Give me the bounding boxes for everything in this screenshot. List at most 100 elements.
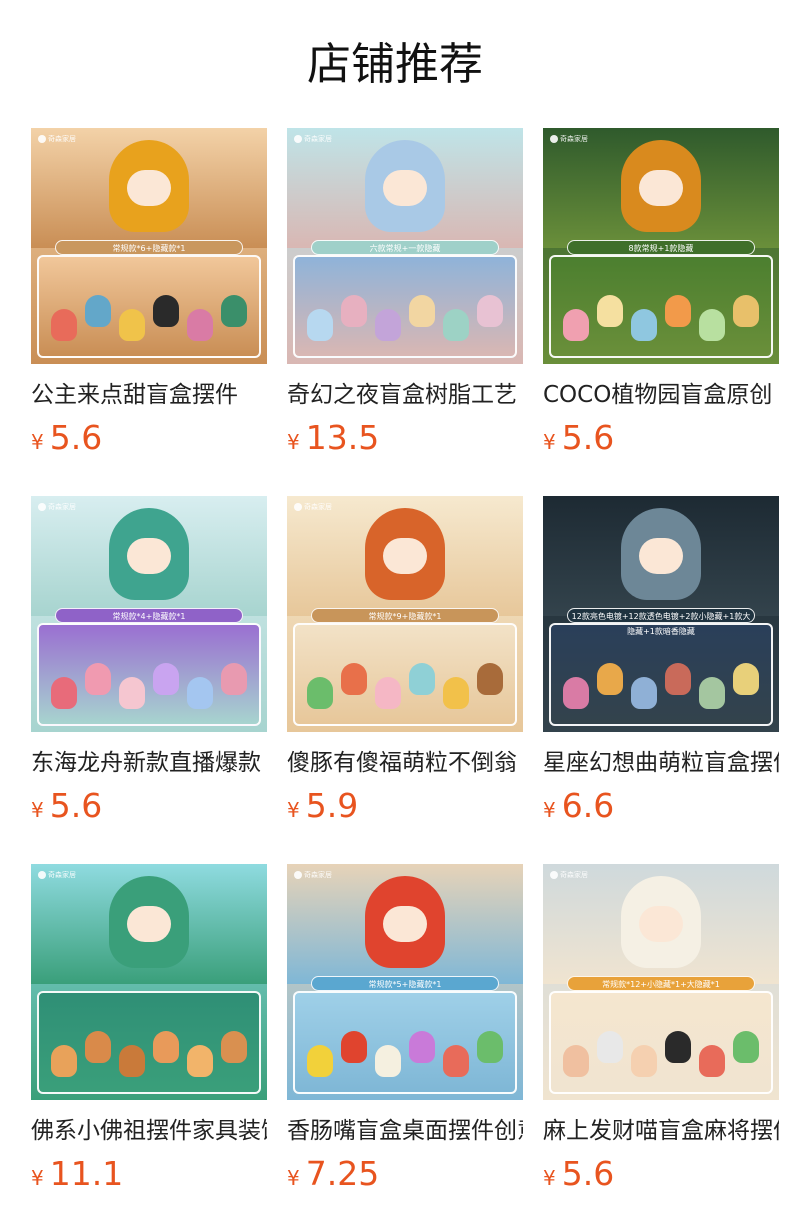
figure-thumbnail xyxy=(51,309,77,341)
figure-thumbnail xyxy=(563,1045,589,1077)
figure-thumbnail xyxy=(307,309,333,341)
figure-thumbnail xyxy=(563,309,589,341)
figure-thumbnail xyxy=(699,677,725,709)
figure-thumbnail xyxy=(153,295,179,327)
product-name[interactable]: COCO植物园盲盒原创 xyxy=(543,378,779,412)
product-card[interactable]: 12款亮色电镀+12款透色电镀+2款小隐藏+1款大隐藏+1款暗香隐藏星座幻想曲萌… xyxy=(543,496,779,836)
product-name[interactable]: 东海龙舟新款直播爆款 xyxy=(31,746,267,780)
hero-figure-face xyxy=(383,906,427,942)
product-image[interactable]: 奇森家居 8款常规+1款隐藏 xyxy=(543,128,779,364)
figure-thumbnail xyxy=(665,663,691,695)
brand-logo: 奇森家居 xyxy=(38,134,76,144)
price-amount: 7.25 xyxy=(305,1154,380,1193)
product-price: ¥5.6 xyxy=(543,418,614,458)
price-amount: 5.6 xyxy=(561,1154,615,1193)
product-name[interactable]: 奇幻之夜盲盒树脂工艺 xyxy=(287,378,523,412)
figure-thumbnail xyxy=(187,677,213,709)
price-amount: 5.6 xyxy=(49,418,103,457)
product-name[interactable]: 傻豚有傻福萌粒不倒翁 xyxy=(287,746,523,780)
figure-thumbnail xyxy=(563,677,589,709)
product-name[interactable]: 香肠嘴盲盒桌面摆件创意 xyxy=(287,1114,523,1148)
figure-thumbnail xyxy=(307,677,333,709)
series-banner: 常规款*6+隐藏款*1 xyxy=(55,240,243,255)
price-currency: ¥ xyxy=(543,798,556,822)
series-banner: 12款亮色电镀+12款透色电镀+2款小隐藏+1款大隐藏+1款暗香隐藏 xyxy=(567,608,755,636)
hero-figure-face xyxy=(127,906,171,942)
brand-logo: 奇森家居 xyxy=(550,870,588,880)
brand-logo-icon xyxy=(294,135,302,143)
product-image[interactable]: 奇森家居 xyxy=(31,864,267,1100)
hero-figure-face xyxy=(383,538,427,574)
product-price: ¥6.6 xyxy=(543,786,614,826)
figure-thumbnail xyxy=(597,295,623,327)
figure-thumbnail xyxy=(409,295,435,327)
product-card[interactable]: 奇森家居 8款常规+1款隐藏 COCO植物园盲盒原创 ¥5.6 xyxy=(543,128,779,468)
figure-thumbnail xyxy=(631,309,657,341)
figure-thumbnail xyxy=(733,1031,759,1063)
product-image[interactable]: 奇森家居 常规款*5+隐藏款*1 xyxy=(287,864,523,1100)
product-image[interactable]: 奇森家居 常规款*4+隐藏款*1 xyxy=(31,496,267,732)
product-price: ¥7.25 xyxy=(287,1154,379,1194)
figure-thumbnail xyxy=(665,295,691,327)
figure-thumbnail xyxy=(85,663,111,695)
figures-panel xyxy=(549,255,773,358)
figure-thumbnail xyxy=(375,1045,401,1077)
figure-thumbnail xyxy=(221,1031,247,1063)
figure-thumbnail xyxy=(221,295,247,327)
figure-thumbnail xyxy=(477,295,503,327)
product-image[interactable]: 12款亮色电镀+12款透色电镀+2款小隐藏+1款大隐藏+1款暗香隐藏 xyxy=(543,496,779,732)
figure-thumbnail xyxy=(51,1045,77,1077)
hero-figure-face xyxy=(383,170,427,206)
price-currency: ¥ xyxy=(31,430,44,454)
brand-logo-icon xyxy=(38,135,46,143)
figures-panel xyxy=(293,255,517,358)
product-card[interactable]: 奇森家居 六款常规+一款隐藏 奇幻之夜盲盒树脂工艺 ¥13.5 xyxy=(287,128,523,468)
price-currency: ¥ xyxy=(287,430,300,454)
price-amount: 5.9 xyxy=(305,786,359,825)
hero-figure-face xyxy=(127,538,171,574)
figure-thumbnail xyxy=(631,677,657,709)
figure-thumbnail xyxy=(477,663,503,695)
brand-logo-text: 奇森家居 xyxy=(304,135,332,143)
price-amount: 5.6 xyxy=(561,418,615,457)
hero-figure-face xyxy=(639,170,683,206)
figure-thumbnail xyxy=(597,1031,623,1063)
product-image[interactable]: 奇森家居 常规款*9+隐藏款*1 xyxy=(287,496,523,732)
price-currency: ¥ xyxy=(287,1166,300,1190)
brand-logo-text: 奇森家居 xyxy=(560,135,588,143)
brand-logo-icon xyxy=(294,871,302,879)
hero-figure xyxy=(365,140,445,232)
figure-thumbnail xyxy=(665,1031,691,1063)
figure-thumbnail xyxy=(443,677,469,709)
product-name[interactable]: 佛系小佛祖摆件家具装饰 xyxy=(31,1114,267,1148)
product-image[interactable]: 奇森家居常规款*6+隐藏款*1 xyxy=(31,128,267,364)
series-banner: 常规款*4+隐藏款*1 xyxy=(55,608,243,623)
product-card[interactable]: 奇森家居 常规款*9+隐藏款*1 傻豚有傻福萌粒不倒翁 ¥5.9 xyxy=(287,496,523,836)
hero-figure xyxy=(621,876,701,968)
figure-thumbnail xyxy=(341,295,367,327)
hero-figure xyxy=(621,508,701,600)
figure-thumbnail xyxy=(341,663,367,695)
product-name[interactable]: 麻上发财喵盲盒麻将摆件 xyxy=(543,1114,779,1148)
price-currency: ¥ xyxy=(31,1166,44,1190)
product-card[interactable]: 奇森家居 常规款*4+隐藏款*1 东海龙舟新款直播爆款 ¥5.6 xyxy=(31,496,267,836)
figure-thumbnail xyxy=(443,1045,469,1077)
product-card[interactable]: 奇森家居常规款*6+隐藏款*1 公主来点甜盲盒摆件 ¥5.6 xyxy=(31,128,267,468)
product-name[interactable]: 公主来点甜盲盒摆件 xyxy=(31,378,267,412)
figure-thumbnail xyxy=(153,1031,179,1063)
product-card[interactable]: 奇森家居 佛系小佛祖摆件家具装饰 ¥11.1 xyxy=(31,864,267,1204)
product-card[interactable]: 奇森家居常规款*12+小隐藏*1+大隐藏*1 麻上发财喵盲盒麻将摆件 ¥5.6 xyxy=(543,864,779,1204)
brand-logo-text: 奇森家居 xyxy=(48,871,76,879)
product-image[interactable]: 奇森家居 六款常规+一款隐藏 xyxy=(287,128,523,364)
figure-thumbnail xyxy=(51,677,77,709)
figure-thumbnail xyxy=(307,1045,333,1077)
product-price: ¥5.9 xyxy=(287,786,358,826)
product-image[interactable]: 奇森家居常规款*12+小隐藏*1+大隐藏*1 xyxy=(543,864,779,1100)
series-banner: 常规款*12+小隐藏*1+大隐藏*1 xyxy=(567,976,755,991)
product-card[interactable]: 奇森家居 常规款*5+隐藏款*1 香肠嘴盲盒桌面摆件创意 ¥7.25 xyxy=(287,864,523,1204)
figure-thumbnail xyxy=(699,1045,725,1077)
series-banner: 常规款*9+隐藏款*1 xyxy=(311,608,499,623)
product-price: ¥5.6 xyxy=(543,1154,614,1194)
product-name[interactable]: 星座幻想曲萌粒盲盒摆件 xyxy=(543,746,779,780)
figures-panel xyxy=(293,623,517,726)
